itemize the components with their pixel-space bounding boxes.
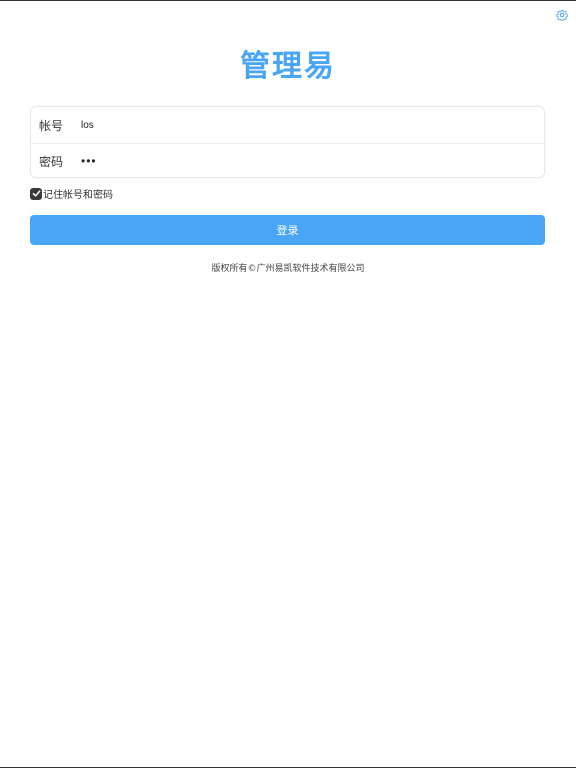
account-row: 帐号 <box>31 107 544 144</box>
checkmark-icon <box>32 190 40 197</box>
login-card: 帐号 密码 <box>30 106 545 178</box>
account-label: 帐号 <box>39 118 64 133</box>
password-input[interactable] <box>81 151 544 171</box>
account-input[interactable] <box>81 115 544 135</box>
settings-button[interactable] <box>554 7 570 23</box>
password-row: 密码 <box>31 143 544 179</box>
login-button[interactable]: 登录 <box>30 215 545 245</box>
copyright-text: 版权所有©广州易凯软件技术有限公司 <box>211 264 365 274</box>
gear-icon <box>556 6 568 25</box>
password-label: 密码 <box>39 154 64 169</box>
remember-toggle[interactable]: 记住帐号和密码 <box>30 186 113 201</box>
remember-label: 记住帐号和密码 <box>43 190 113 201</box>
remember-checkbox[interactable] <box>30 187 42 200</box>
app-title: 管理易 <box>240 49 336 84</box>
